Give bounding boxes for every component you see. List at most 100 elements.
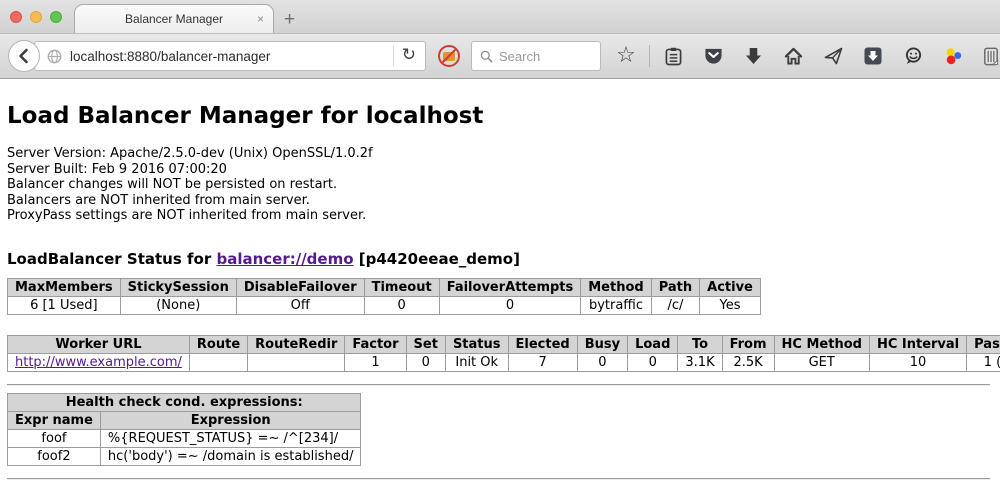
server-version-line: Server Version: Apache/2.5.0-dev (Unix) … [7,146,990,162]
table-row: foof %{REQUEST_STATUS} =~ /^[234]/ [8,429,361,447]
expression-cell: hc('body') =~ /domain is established/ [100,447,361,465]
url-bar[interactable]: ↻ [34,41,426,71]
table-header-row: Expr name Expression [8,411,361,429]
reading-list-clipboard-icon[interactable] [662,45,684,67]
bookmark-star-icon[interactable]: ☆ [615,45,637,67]
failover-attempts-cell: 0 [439,296,581,314]
expr-name-cell: foof2 [8,447,101,465]
search-bar[interactable] [471,41,601,71]
column-header: Load [628,335,678,353]
max-members-cell: 6 [1 Used] [8,296,121,314]
column-header: RouteRedir [248,335,345,353]
column-header: Set [406,335,445,353]
navigation-toolbar: ↻ ☆ [0,34,1000,79]
reload-icon[interactable]: ↻ [400,47,425,66]
to-cell: 3.1K [678,353,722,371]
disable-failover-cell: Off [236,296,364,314]
zoom-window-button[interactable] [50,11,62,23]
health-check-expressions-table: Health check cond. expressions: Expr nam… [7,393,361,466]
column-header: Method [581,278,651,296]
send-paper-plane-icon[interactable] [822,45,844,67]
balancer-demo-link[interactable]: balancer://demo [216,250,353,268]
back-button[interactable] [8,40,40,72]
worker-url-cell: http://www.example.com/ [8,353,190,371]
table-row: 6 [1 Used] (None) Off 0 0 bytraffic /c/ … [8,296,761,314]
section-divider [7,384,990,386]
proxypass-warning-line: ProxyPass settings are NOT inherited fro… [7,208,990,224]
table-header-row: Worker URL Route RouteRedir Factor Set S… [8,335,1000,353]
minimize-window-button[interactable] [30,11,42,23]
active-cell: Yes [700,296,761,314]
url-input[interactable] [70,49,391,64]
column-header: From [722,335,774,353]
factor-cell: 1 [345,353,406,371]
column-header: Expression [100,411,361,429]
timeout-cell: 0 [364,296,439,314]
path-cell: /c/ [651,296,699,314]
notes-container-icon[interactable] [982,45,1000,67]
column-header: StickySession [120,278,236,296]
column-header: Expr name [8,411,101,429]
column-header: FailoverAttempts [439,278,581,296]
persist-warning-line: Balancer changes will NOT be persisted o… [7,177,990,193]
pocket-icon[interactable] [702,45,724,67]
new-tab-button[interactable]: + [284,10,295,29]
column-header: Active [700,278,761,296]
route-cell [189,353,247,371]
column-header: Path [651,278,699,296]
tab-title: Balancer Manager [125,12,223,26]
search-input[interactable] [499,49,589,64]
worker-url-link[interactable]: http://www.example.com/ [15,355,182,370]
site-identity-globe-icon [47,49,62,64]
from-cell: 2.5K [722,353,774,371]
video-download-helper-icon[interactable] [862,45,884,67]
column-header: HC Interval [869,335,966,353]
worker-status-table: Worker URL Route RouteRedir Factor Set S… [7,335,1000,372]
balancers-warning-line: Balancers are NOT inherited from main se… [7,193,990,209]
page-title: Load Balancer Manager for localhost [7,79,990,129]
column-header: MaxMembers [8,278,121,296]
balancer-settings-table: MaxMembers StickySession DisableFailover… [7,278,761,315]
column-header: Status [445,335,508,353]
loadbalancer-status-heading: LoadBalancer Status for balancer://demo … [7,250,990,268]
urlbar-divider [393,46,394,66]
table-row: http://www.example.com/ 1 0 Init Ok 7 0 … [8,353,1000,371]
busy-cell: 0 [577,353,627,371]
status-heading-suffix: [p4420eeae_demo] [354,250,520,268]
health-table-caption: Health check cond. expressions: [8,393,361,411]
column-header: Passes [967,335,1000,353]
back-arrow-icon [16,48,32,64]
table-row: foof2 hc('body') =~ /domain is establish… [8,447,361,465]
column-header: Busy [577,335,627,353]
column-header: HC Method [774,335,869,353]
method-cell: bytraffic [581,296,651,314]
hc-method-cell: GET [774,353,869,371]
sticky-session-cell: (None) [120,296,236,314]
server-built-line: Server Built: Feb 9 2016 07:00:20 [7,162,990,178]
colored-dots-extension-icon[interactable] [942,45,964,67]
load-cell: 0 [628,353,678,371]
tab-balancer-manager[interactable]: Balancer Manager × [74,4,274,33]
page-content: Load Balancer Manager for localhost Serv… [0,79,1000,480]
column-header: Factor [345,335,406,353]
tab-close-icon[interactable]: × [257,13,264,25]
column-header: Route [189,335,247,353]
table-caption-row: Health check cond. expressions: [8,393,361,411]
column-header: DisableFailover [236,278,364,296]
server-info: Server Version: Apache/2.5.0-dev (Unix) … [7,146,990,224]
window-controls [10,11,62,23]
home-icon[interactable] [782,45,804,67]
downloads-icon[interactable] [742,45,764,67]
column-header: Timeout [364,278,439,296]
close-window-button[interactable] [10,11,22,23]
expr-name-cell: foof [8,429,101,447]
column-header: Elected [508,335,577,353]
toolbar-icons: ☆ [615,45,1000,67]
chat-smiley-icon[interactable] [902,45,924,67]
plugin-blocked-icon[interactable] [438,45,460,67]
set-cell: 0 [406,353,445,371]
column-header: Worker URL [8,335,190,353]
elected-cell: 7 [508,353,577,371]
status-cell: Init Ok [445,353,508,371]
status-heading-prefix: LoadBalancer Status for [7,250,216,268]
